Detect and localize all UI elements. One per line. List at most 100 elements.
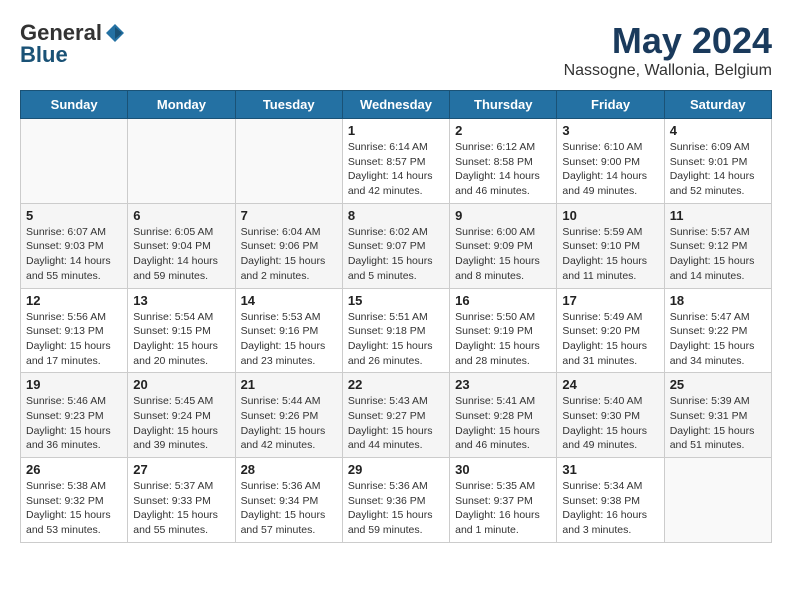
calendar-cell: 19 Sunrise: 5:46 AM Sunset: 9:23 PM Dayli… xyxy=(21,373,128,458)
calendar-cell: 26 Sunrise: 5:38 AM Sunset: 9:32 PM Dayli… xyxy=(21,458,128,543)
day-info: Sunrise: 5:41 AM Sunset: 9:28 PM Dayligh… xyxy=(455,394,551,453)
day-header-saturday: Saturday xyxy=(664,91,771,119)
day-info: Sunrise: 5:45 AM Sunset: 9:24 PM Dayligh… xyxy=(133,394,229,453)
calendar-cell: 3Sunrise: 6:10 AM Sunset: 9:00 PM Daylig… xyxy=(557,119,664,204)
day-info: Sunrise: 5:46 AM Sunset: 9:23 PM Dayligh… xyxy=(26,394,122,453)
header-row: SundayMondayTuesdayWednesdayThursdayFrid… xyxy=(21,91,772,119)
day-header-thursday: Thursday xyxy=(450,91,557,119)
day-number: 7 xyxy=(241,208,337,223)
day-info: Sunrise: 5:35 AM Sunset: 9:37 PM Dayligh… xyxy=(455,479,551,538)
day-info: Sunrise: 5:50 AM Sunset: 9:19 PM Dayligh… xyxy=(455,310,551,369)
calendar-cell: 5 Sunrise: 6:07 AM Sunset: 9:03 PM Daylig… xyxy=(21,203,128,288)
calendar-cell: 14Sunrise: 5:53 AM Sunset: 9:16 PM Dayli… xyxy=(235,288,342,373)
day-number: 10 xyxy=(562,208,658,223)
calendar-cell: 10 Sunrise: 5:59 AM Sunset: 9:10 PM Dayli… xyxy=(557,203,664,288)
logo-icon xyxy=(104,22,126,44)
calendar-cell: 24Sunrise: 5:40 AM Sunset: 9:30 PM Dayli… xyxy=(557,373,664,458)
calendar-cell: 23 Sunrise: 5:41 AM Sunset: 9:28 PM Dayli… xyxy=(450,373,557,458)
day-number: 19 xyxy=(26,377,122,392)
day-info: Sunrise: 6:04 AM Sunset: 9:06 PM Dayligh… xyxy=(241,225,337,284)
day-info: Sunrise: 6:05 AM Sunset: 9:04 PM Dayligh… xyxy=(133,225,229,284)
day-info: Sunrise: 5:57 AM Sunset: 9:12 PM Dayligh… xyxy=(670,225,766,284)
day-info: Sunrise: 6:09 AM Sunset: 9:01 PM Dayligh… xyxy=(670,140,766,199)
day-info: Sunrise: 5:34 AM Sunset: 9:38 PM Dayligh… xyxy=(562,479,658,538)
day-info: Sunrise: 5:39 AM Sunset: 9:31 PM Dayligh… xyxy=(670,394,766,453)
day-number: 1 xyxy=(348,123,444,138)
calendar-cell: 11 Sunrise: 5:57 AM Sunset: 9:12 PM Dayli… xyxy=(664,203,771,288)
calendar-cell: 28Sunrise: 5:36 AM Sunset: 9:34 PM Dayli… xyxy=(235,458,342,543)
calendar-cell: 25 Sunrise: 5:39 AM Sunset: 9:31 PM Dayli… xyxy=(664,373,771,458)
day-number: 8 xyxy=(348,208,444,223)
logo: General Blue xyxy=(20,20,128,68)
day-info: Sunrise: 6:00 AM Sunset: 9:09 PM Dayligh… xyxy=(455,225,551,284)
calendar-body: 1 Sunrise: 6:14 AM Sunset: 8:57 PM Daylig… xyxy=(21,119,772,543)
calendar-cell: 30 Sunrise: 5:35 AM Sunset: 9:37 PM Dayli… xyxy=(450,458,557,543)
day-info: Sunrise: 6:12 AM Sunset: 8:58 PM Dayligh… xyxy=(455,140,551,199)
day-number: 29 xyxy=(348,462,444,477)
day-number: 21 xyxy=(241,377,337,392)
header: General Blue May 2024 Nassogne, Wallonia… xyxy=(20,20,772,80)
day-number: 4 xyxy=(670,123,766,138)
calendar-cell: 1 Sunrise: 6:14 AM Sunset: 8:57 PM Daylig… xyxy=(342,119,449,204)
day-number: 25 xyxy=(670,377,766,392)
month-title: May 2024 xyxy=(564,20,772,62)
day-number: 27 xyxy=(133,462,229,477)
location-title: Nassogne, Wallonia, Belgium xyxy=(564,62,772,80)
week-row: 12Sunrise: 5:56 AM Sunset: 9:13 PM Dayli… xyxy=(21,288,772,373)
day-number: 3 xyxy=(562,123,658,138)
day-number: 6 xyxy=(133,208,229,223)
day-number: 23 xyxy=(455,377,551,392)
calendar-cell: 7 Sunrise: 6:04 AM Sunset: 9:06 PM Daylig… xyxy=(235,203,342,288)
calendar-cell: 17 Sunrise: 5:49 AM Sunset: 9:20 PM Dayli… xyxy=(557,288,664,373)
day-header-wednesday: Wednesday xyxy=(342,91,449,119)
calendar-cell: 27 Sunrise: 5:37 AM Sunset: 9:33 PM Dayli… xyxy=(128,458,235,543)
day-number: 17 xyxy=(562,293,658,308)
day-info: Sunrise: 5:51 AM Sunset: 9:18 PM Dayligh… xyxy=(348,310,444,369)
day-info: Sunrise: 5:59 AM Sunset: 9:10 PM Dayligh… xyxy=(562,225,658,284)
week-row: 26 Sunrise: 5:38 AM Sunset: 9:32 PM Dayli… xyxy=(21,458,772,543)
day-header-sunday: Sunday xyxy=(21,91,128,119)
day-header-monday: Monday xyxy=(128,91,235,119)
calendar-cell: 4 Sunrise: 6:09 AM Sunset: 9:01 PM Daylig… xyxy=(664,119,771,204)
day-number: 9 xyxy=(455,208,551,223)
day-number: 5 xyxy=(26,208,122,223)
calendar-header: SundayMondayTuesdayWednesdayThursdayFrid… xyxy=(21,91,772,119)
day-number: 26 xyxy=(26,462,122,477)
day-info: Sunrise: 6:07 AM Sunset: 9:03 PM Dayligh… xyxy=(26,225,122,284)
calendar-cell: 31 Sunrise: 5:34 AM Sunset: 9:38 PM Dayli… xyxy=(557,458,664,543)
calendar-cell: 20Sunrise: 5:45 AM Sunset: 9:24 PM Dayli… xyxy=(128,373,235,458)
calendar-cell: 8 Sunrise: 6:02 AM Sunset: 9:07 PM Daylig… xyxy=(342,203,449,288)
calendar-cell xyxy=(664,458,771,543)
calendar-cell xyxy=(21,119,128,204)
day-header-friday: Friday xyxy=(557,91,664,119)
calendar-cell: 9 Sunrise: 6:00 AM Sunset: 9:09 PM Daylig… xyxy=(450,203,557,288)
calendar-cell: 2 Sunrise: 6:12 AM Sunset: 8:58 PM Daylig… xyxy=(450,119,557,204)
day-number: 15 xyxy=(348,293,444,308)
day-info: Sunrise: 5:49 AM Sunset: 9:20 PM Dayligh… xyxy=(562,310,658,369)
day-number: 30 xyxy=(455,462,551,477)
calendar-cell xyxy=(235,119,342,204)
day-number: 16 xyxy=(455,293,551,308)
day-header-tuesday: Tuesday xyxy=(235,91,342,119)
day-number: 2 xyxy=(455,123,551,138)
day-info: Sunrise: 5:36 AM Sunset: 9:36 PM Dayligh… xyxy=(348,479,444,538)
week-row: 5 Sunrise: 6:07 AM Sunset: 9:03 PM Daylig… xyxy=(21,203,772,288)
day-info: Sunrise: 5:37 AM Sunset: 9:33 PM Dayligh… xyxy=(133,479,229,538)
day-number: 31 xyxy=(562,462,658,477)
day-info: Sunrise: 6:14 AM Sunset: 8:57 PM Dayligh… xyxy=(348,140,444,199)
calendar-cell xyxy=(128,119,235,204)
week-row: 1 Sunrise: 6:14 AM Sunset: 8:57 PM Daylig… xyxy=(21,119,772,204)
day-number: 18 xyxy=(670,293,766,308)
day-number: 13 xyxy=(133,293,229,308)
calendar-table: SundayMondayTuesdayWednesdayThursdayFrid… xyxy=(20,90,772,543)
day-number: 11 xyxy=(670,208,766,223)
day-info: Sunrise: 5:44 AM Sunset: 9:26 PM Dayligh… xyxy=(241,394,337,453)
logo-blue-text: Blue xyxy=(20,42,68,68)
calendar-cell: 12Sunrise: 5:56 AM Sunset: 9:13 PM Dayli… xyxy=(21,288,128,373)
day-info: Sunrise: 5:38 AM Sunset: 9:32 PM Dayligh… xyxy=(26,479,122,538)
day-info: Sunrise: 6:02 AM Sunset: 9:07 PM Dayligh… xyxy=(348,225,444,284)
day-info: Sunrise: 5:36 AM Sunset: 9:34 PM Dayligh… xyxy=(241,479,337,538)
day-number: 24 xyxy=(562,377,658,392)
calendar-cell: 21 Sunrise: 5:44 AM Sunset: 9:26 PM Dayli… xyxy=(235,373,342,458)
calendar-cell: 29 Sunrise: 5:36 AM Sunset: 9:36 PM Dayli… xyxy=(342,458,449,543)
